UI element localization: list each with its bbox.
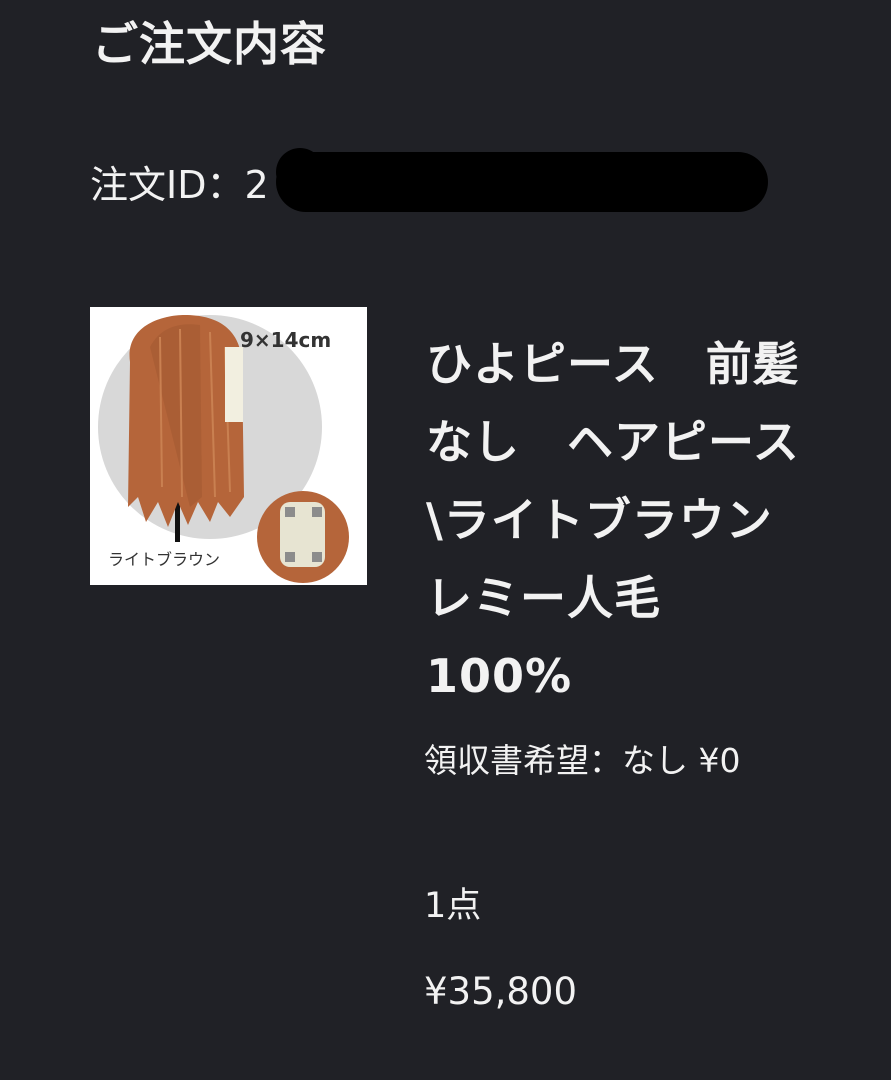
size-label: 9×14cm [240, 328, 331, 352]
order-id-label: 注文ID： [90, 163, 245, 207]
quantity: 1点 [424, 886, 482, 926]
price: ¥35,800 [424, 970, 578, 1013]
clip-4 [312, 552, 322, 562]
order-id-row: 注文ID： 2 [90, 158, 269, 212]
product-thumbnail[interactable]: 9×14cm ライトブラウン [90, 307, 367, 585]
clip-1 [285, 507, 295, 517]
clip-3 [285, 552, 295, 562]
redaction-mark [276, 148, 768, 212]
receipt-option: 領収書希望：なし ¥0 [424, 741, 741, 780]
clip-2 [312, 507, 322, 517]
page-title: ご注文内容 [92, 17, 327, 71]
product-image: 9×14cm ライトブラウン [90, 307, 367, 585]
lace-insert [225, 347, 243, 422]
product-name[interactable]: ひよピース 前髪なし ヘアピース \ライトブラウン レミー人毛100% [426, 325, 819, 715]
color-caption: ライトブラウン [108, 550, 220, 569]
order-id-value: 2 [244, 163, 269, 207]
